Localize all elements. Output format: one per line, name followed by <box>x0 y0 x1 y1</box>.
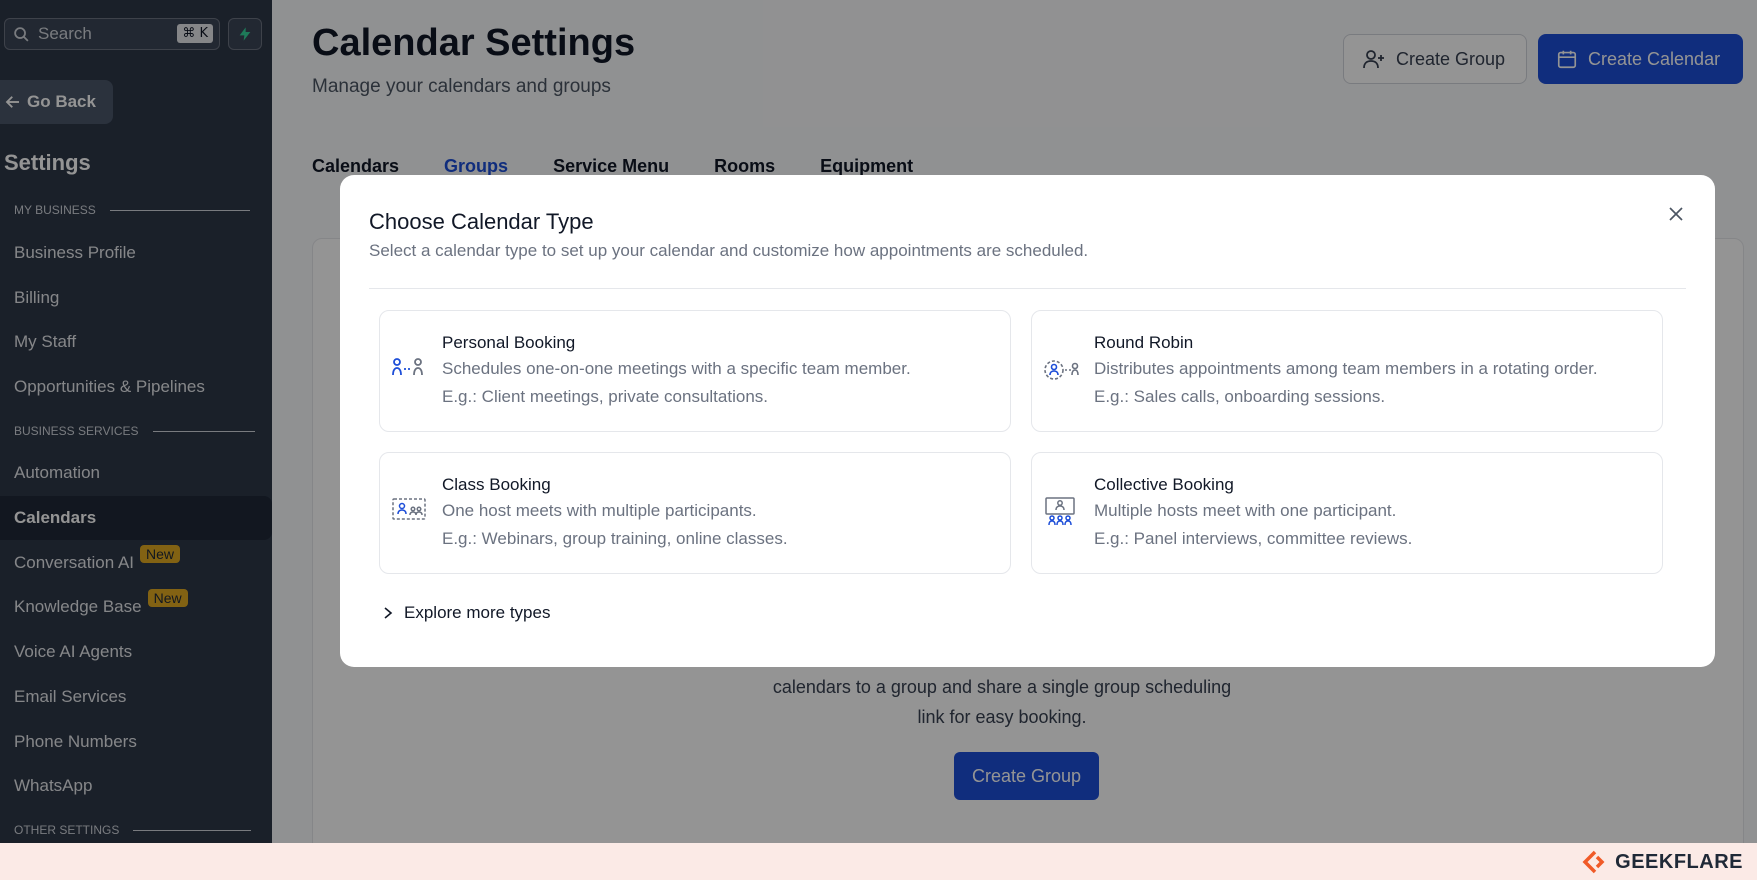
type-example: E.g.: Client meetings, private consultat… <box>442 387 768 406</box>
type-description: Multiple hosts meet with one participant… <box>1094 501 1397 520</box>
choose-calendar-type-modal: Choose Calendar Type Select a calendar t… <box>340 175 1715 667</box>
class-booking-icon <box>392 498 426 520</box>
modal-subtitle: Select a calendar type to set up your ca… <box>369 241 1089 260</box>
chevron-right-icon <box>384 607 393 619</box>
type-example: E.g.: Webinars, group training, online c… <box>442 529 788 548</box>
type-title: Collective Booking <box>1094 475 1234 494</box>
round-robin-icon <box>1044 360 1079 380</box>
explore-label: Explore more types <box>404 603 551 622</box>
explore-more-types[interactable]: Explore more types <box>382 603 550 623</box>
type-title: Class Booking <box>442 475 551 494</box>
type-description: Schedules one-on-one meetings with a spe… <box>442 359 911 378</box>
type-card-round-robin[interactable]: Round Robin Distributes appointments amo… <box>1031 310 1663 432</box>
modal-title: Choose Calendar Type <box>369 209 594 234</box>
type-card-class-booking[interactable]: Class Booking One host meets with multip… <box>379 452 1011 574</box>
type-example: E.g.: Panel interviews, committee review… <box>1094 529 1413 548</box>
type-card-personal-booking[interactable]: Personal Booking Schedules one-on-one me… <box>379 310 1011 432</box>
geekflare-logo-icon <box>1582 850 1605 874</box>
brand-name: GEEKFLARE <box>1615 850 1743 873</box>
close-button[interactable] <box>1667 205 1685 228</box>
type-example: E.g.: Sales calls, onboarding sessions. <box>1094 387 1386 406</box>
type-card-collective-booking[interactable]: Collective Booking Multiple hosts meet w… <box>1031 452 1663 574</box>
type-title: Round Robin <box>1094 333 1194 352</box>
modal-divider <box>369 288 1686 289</box>
type-description: One host meets with multiple participant… <box>442 501 757 520</box>
type-title: Personal Booking <box>442 333 576 352</box>
footer-bar: GEEKFLARE <box>0 843 1757 880</box>
type-description: Distributes appointments among team memb… <box>1094 359 1598 378</box>
close-icon <box>1669 207 1683 221</box>
collective-booking-icon <box>1045 497 1075 526</box>
brand-logo: GEEKFLARE <box>1582 849 1743 875</box>
personal-booking-icon <box>392 358 423 376</box>
